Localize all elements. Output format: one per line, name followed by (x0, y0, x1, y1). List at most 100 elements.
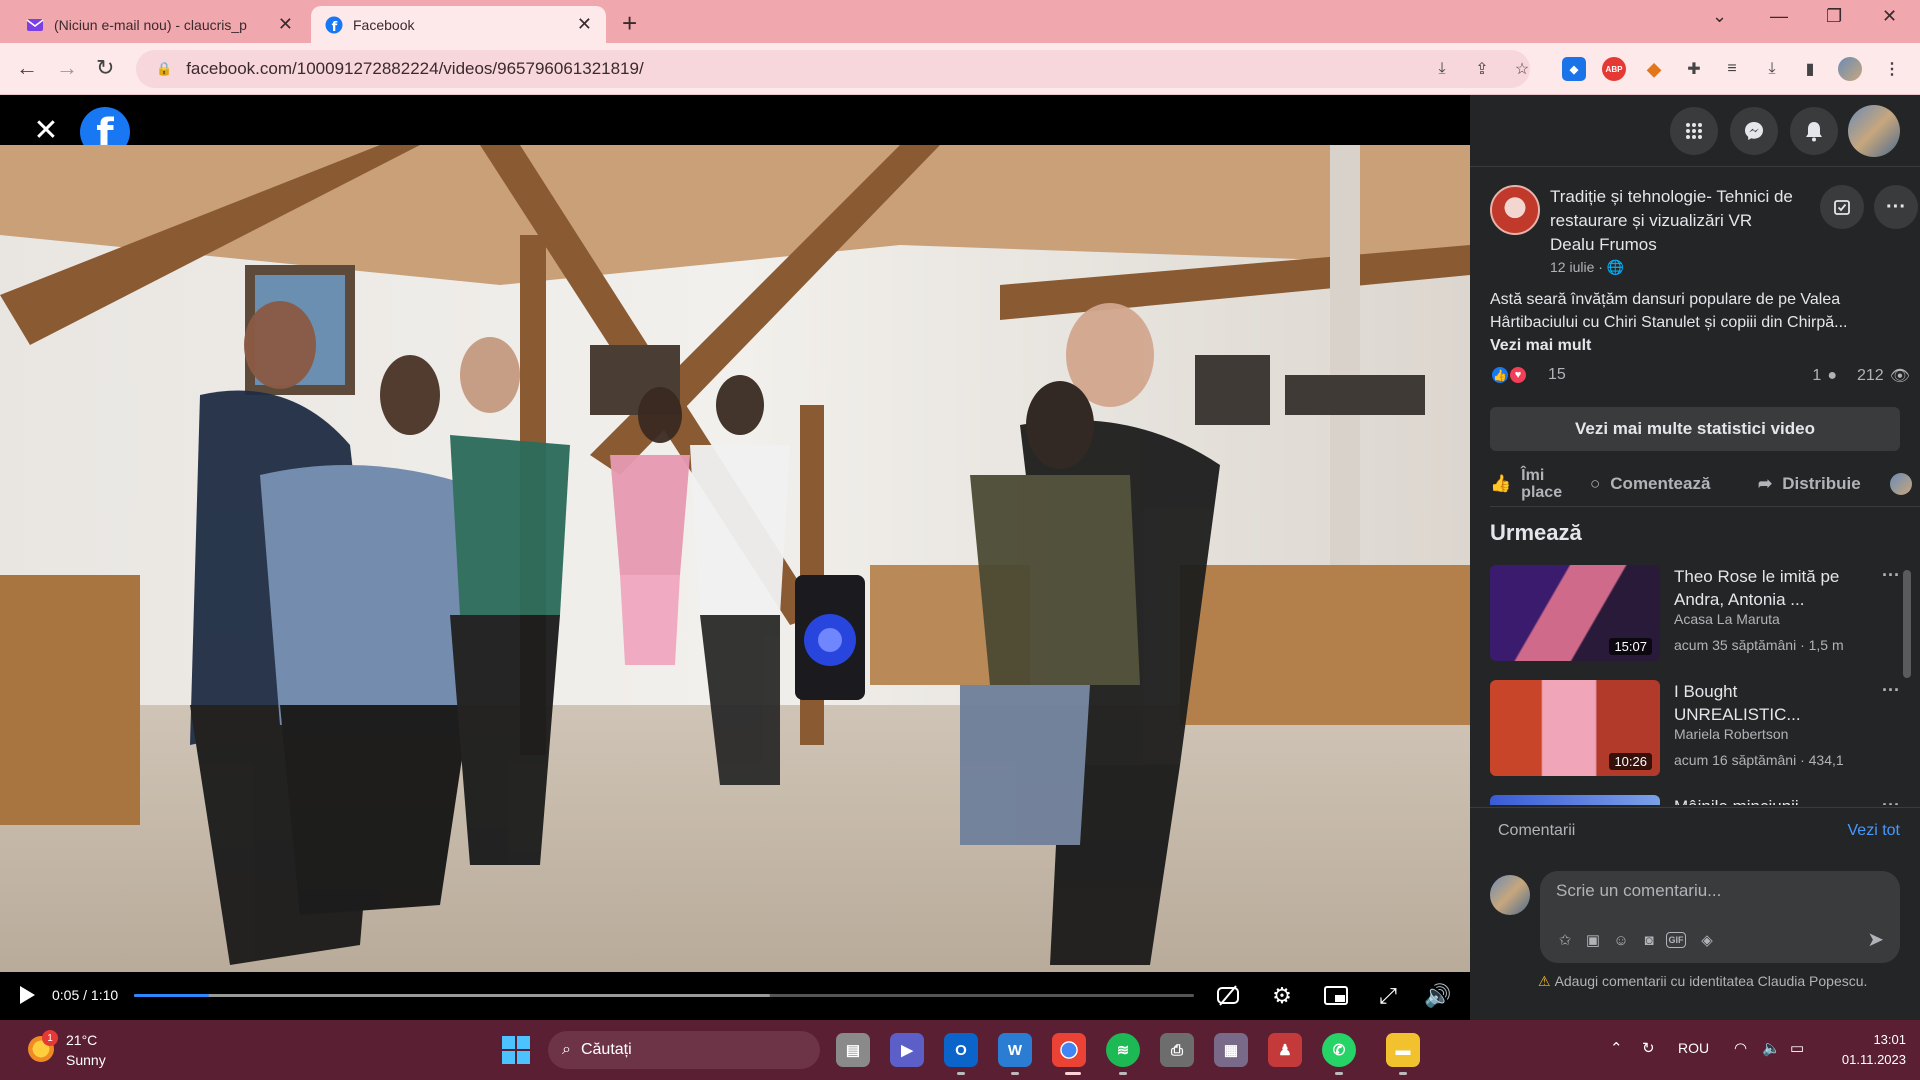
notifications-bell-icon[interactable] (1790, 107, 1838, 155)
avatar-sticker-icon[interactable]: ✩ (1554, 929, 1576, 951)
up-next-scrollbar[interactable] (1900, 550, 1914, 805)
see-all-link[interactable]: Vezi tot (1848, 822, 1900, 840)
up-next-title[interactable]: I Bought UNREALISTIC... (1674, 680, 1859, 726)
profile-avatar[interactable] (1848, 105, 1900, 157)
more-options-icon[interactable]: ··· (1882, 795, 1900, 805)
play-icon[interactable] (16, 984, 38, 1006)
printer-icon[interactable]: ⎙ (1160, 1033, 1194, 1067)
file-manager-icon[interactable]: ▦ (1214, 1033, 1248, 1067)
language-indicator[interactable]: ROU (1678, 1040, 1709, 1056)
tab-facebook[interactable]: f Facebook ✕ (311, 6, 606, 43)
video-progress-bar[interactable] (134, 994, 1194, 997)
messenger-icon[interactable] (1730, 107, 1778, 155)
address-bar[interactable]: 🔒 facebook.com/100091272882224/videos/96… (136, 50, 1530, 88)
outlook-icon[interactable]: O (944, 1033, 978, 1067)
windows-start-icon[interactable] (502, 1036, 530, 1064)
clock-date[interactable]: 01.11.2023 (1830, 1052, 1906, 1067)
teams-icon[interactable]: ▶ (890, 1033, 924, 1067)
tab-search-chevron-icon[interactable]: ⌄ (1712, 6, 1727, 27)
up-next-item[interactable]: 10:26 I Bought UNREALISTIC... Mariela Ro… (1490, 680, 1900, 780)
sticker-icon[interactable]: ▣ (1582, 929, 1604, 951)
battery-icon[interactable]: ▭ (1790, 1039, 1804, 1057)
like-button[interactable]: 👍 Îmi place (1490, 461, 1581, 507)
window-close-icon[interactable]: ✕ (1882, 6, 1897, 27)
extensions-puzzle-icon[interactable]: ✚ (1682, 57, 1706, 81)
close-icon[interactable]: ✕ (577, 14, 592, 35)
minimize-icon[interactable]: — (1770, 6, 1788, 27)
scrollbar-thumb[interactable] (1903, 570, 1911, 678)
up-next-channel[interactable]: Acasa La Maruta (1674, 611, 1780, 627)
install-app-icon[interactable]: ⤓ (1430, 57, 1454, 81)
back-arrow-icon[interactable]: ← (16, 55, 38, 81)
comments-header: Comentarii Vezi tot (1470, 807, 1920, 855)
video-stats-button[interactable]: Vezi mai multe statistici video (1490, 407, 1900, 451)
reaction-avatar[interactable] (1890, 461, 1912, 507)
up-next-channel[interactable]: Mariela Robertson (1674, 726, 1788, 742)
chevron-up-icon[interactable]: ⌃ (1610, 1039, 1623, 1057)
comment-button[interactable]: ○ Comentează (1590, 461, 1710, 507)
emoji-icon[interactable]: ☺ (1610, 929, 1632, 951)
task-view-icon[interactable]: ▤ (836, 1033, 870, 1067)
facebook-top-actions (1470, 95, 1920, 167)
restore-icon[interactable]: ❐ (1826, 6, 1842, 27)
menu-grid-icon[interactable] (1670, 107, 1718, 155)
comment-count[interactable]: 1 (1812, 367, 1821, 385)
download-icon[interactable]: ⤓ (1760, 57, 1784, 81)
post-date[interactable]: 12 iulie · 🌐 (1550, 259, 1624, 276)
close-icon[interactable]: ✕ (26, 110, 66, 150)
video-player[interactable] (0, 145, 1470, 972)
up-next-title[interactable]: Theo Rose le imită pe Andra, Antonia ... (1674, 565, 1859, 611)
fullscreen-icon[interactable]: ⤢ (1374, 982, 1402, 1010)
video-thumbnail[interactable] (1490, 795, 1660, 805)
page-name-link[interactable]: Tradiție și tehnologie- Tehnici de resta… (1550, 185, 1800, 257)
reactions-summary[interactable]: 👍 ♥ 15 1 ● 212 👁 (1490, 363, 1910, 387)
side-panel-icon[interactable]: ▮ (1798, 57, 1822, 81)
video-thumbnail[interactable]: 10:26 (1490, 680, 1660, 776)
send-icon[interactable]: ➤ (1867, 927, 1884, 952)
share-icon[interactable]: ⇪ (1470, 57, 1494, 81)
speaker-icon[interactable]: 🔈 (1762, 1039, 1781, 1057)
more-options-icon[interactable]: ··· (1882, 565, 1900, 586)
miniplayer-icon[interactable] (1322, 982, 1350, 1010)
captions-off-icon[interactable] (1214, 982, 1242, 1010)
reload-icon[interactable]: ↻ (96, 55, 114, 81)
whatsapp-icon[interactable]: ✆ (1322, 1033, 1356, 1067)
new-tab-icon[interactable]: + (622, 8, 637, 39)
folder-icon[interactable]: ▬ (1386, 1033, 1420, 1067)
page-avatar[interactable] (1490, 185, 1540, 235)
clock-time[interactable]: 13:01 (1860, 1032, 1906, 1047)
up-next-title[interactable]: Mâinile minciunii (1674, 795, 1859, 805)
camera-icon[interactable]: ◙ (1638, 929, 1660, 951)
see-more-link[interactable]: Vezi mai mult (1490, 334, 1905, 357)
bookmark-star-icon[interactable]: ☆ (1510, 57, 1534, 81)
more-options-icon[interactable]: ··· (1874, 185, 1918, 229)
save-video-icon[interactable] (1820, 185, 1864, 229)
extension-bitwarden-icon[interactable]: ◆ (1562, 57, 1586, 81)
browser-profile-avatar[interactable] (1838, 57, 1862, 81)
extension-adblock-icon[interactable]: ABP (1602, 57, 1626, 81)
volume-icon[interactable]: 🔊 (1424, 982, 1452, 1010)
up-next-item[interactable]: 15:07 Theo Rose le imită pe Andra, Anton… (1490, 565, 1900, 665)
browser-menu-icon[interactable]: ⋮ (1880, 57, 1904, 81)
share-button[interactable]: ➦ Distribuie (1758, 461, 1861, 507)
more-options-icon[interactable]: ··· (1882, 680, 1900, 701)
taskbar-search[interactable]: ⌕ Căutați (548, 1031, 820, 1069)
settings-gear-icon[interactable]: ⚙ (1268, 982, 1296, 1010)
sticker-pack-icon[interactable]: ◈ (1696, 929, 1718, 951)
spotify-icon[interactable]: ≋ (1106, 1033, 1140, 1067)
video-thumbnail[interactable]: 15:07 (1490, 565, 1660, 661)
tab-gmail[interactable]: (Niciun e-mail nou) - claucris_p ✕ (12, 6, 307, 43)
up-next-item[interactable]: Mâinile minciunii ··· (1490, 795, 1900, 805)
chrome-icon[interactable] (1052, 1033, 1086, 1067)
wifi-icon[interactable]: ◠ (1734, 1039, 1747, 1057)
word-icon[interactable]: W (998, 1033, 1032, 1067)
comment-input[interactable] (1556, 881, 1876, 901)
forward-arrow-icon[interactable]: → (56, 55, 78, 81)
media-queue-icon[interactable]: ≡ (1720, 57, 1744, 81)
lock-icon[interactable]: 🔒 (156, 61, 172, 77)
app-icon[interactable]: ♟ (1268, 1033, 1302, 1067)
sync-icon[interactable]: ↻ (1642, 1039, 1655, 1057)
extension-metamask-icon[interactable]: ◆ (1642, 57, 1666, 81)
gif-icon[interactable]: GIF (1666, 932, 1686, 948)
close-icon[interactable]: ✕ (278, 14, 293, 35)
